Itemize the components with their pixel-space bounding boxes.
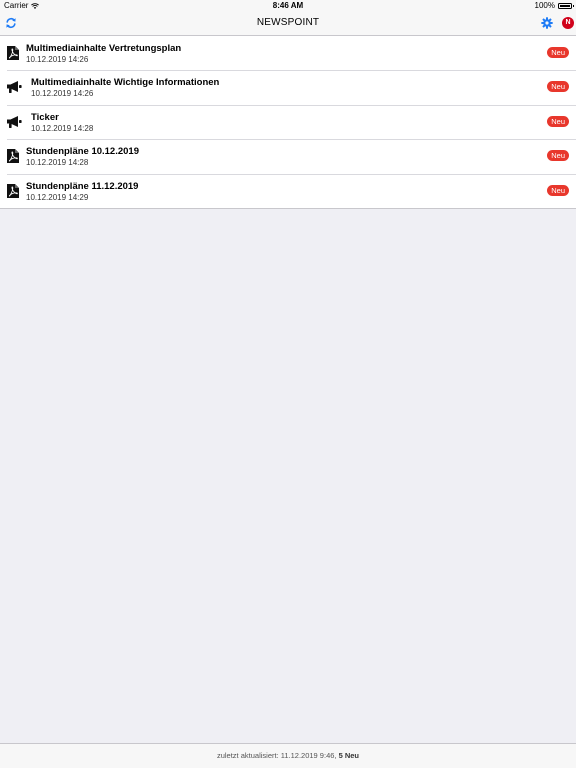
new-badge: Neu: [547, 81, 569, 93]
list-item[interactable]: Multimediainhalte Vertretungsplan 10.12.2…: [0, 36, 576, 70]
battery-level-fill: [560, 4, 570, 7]
new-badge: Neu: [547, 150, 569, 162]
pdf-icon: [7, 149, 19, 164]
page-title: NEWSPOINT: [256, 17, 320, 28]
megaphone-icon: [6, 115, 22, 129]
list-item[interactable]: Stundenpläne 10.12.2019 10.12.2019 14:28 N…: [0, 139, 576, 173]
item-date: 10.12.2019 14:28: [26, 158, 89, 168]
gear-icon[interactable]: [541, 17, 553, 29]
list-item[interactable]: Ticker 10.12.2019 14:28 Neu: [0, 104, 576, 139]
footer-new-count: 5 Neu: [338, 751, 360, 760]
footer-last-updated: zuletzt aktualisiert: 11.12.2019 9:46,: [216, 751, 339, 760]
pdf-icon: [7, 46, 19, 60]
item-title: Multimediainhalte Wichtige Informationen: [31, 77, 220, 89]
list-item[interactable]: Stundenpläne 11.12.2019 10.12.2019 14:29 N…: [0, 173, 576, 208]
item-date: 10.12.2019 14:29: [26, 192, 89, 202]
item-date: 10.12.2019 14:26: [31, 89, 94, 99]
footer-status: zuletzt aktualisiert: 11.12.2019 9:46, 5…: [0, 743, 576, 768]
battery-percent: 100%: [534, 1, 555, 10]
new-badge: Neu: [547, 184, 569, 196]
item-title: Multimediainhalte Vertretungsplan: [26, 43, 182, 54]
status-bar: Carrier 8:46 AM 100%: [0, 0, 576, 12]
pdf-icon: [7, 183, 19, 198]
item-title: Stundenpläne 10.12.2019: [26, 146, 139, 158]
status-time: 8:46 AM: [272, 1, 304, 10]
list-item[interactable]: Multimediainhalte Wichtige Informationen…: [0, 70, 576, 104]
item-date: 10.12.2019 14:28: [31, 123, 94, 133]
app-screen: Carrier 8:46 AM 100% NEWSPOINT N Multime…: [0, 0, 576, 768]
battery-icon: [558, 2, 574, 9]
navigation-bar: NEWSPOINT N: [0, 12, 576, 36]
status-right: 100%: [534, 1, 574, 10]
new-badge: Neu: [547, 115, 569, 127]
megaphone-icon: [6, 80, 22, 94]
item-date: 10.12.2019 14:26: [26, 55, 89, 64]
news-list: Multimediainhalte Vertretungsplan 10.12.2…: [0, 36, 576, 209]
item-title: Ticker: [31, 111, 59, 123]
avatar[interactable]: N: [562, 17, 574, 29]
new-badge: Neu: [547, 47, 569, 58]
item-title: Stundenpläne 11.12.2019: [26, 180, 139, 192]
